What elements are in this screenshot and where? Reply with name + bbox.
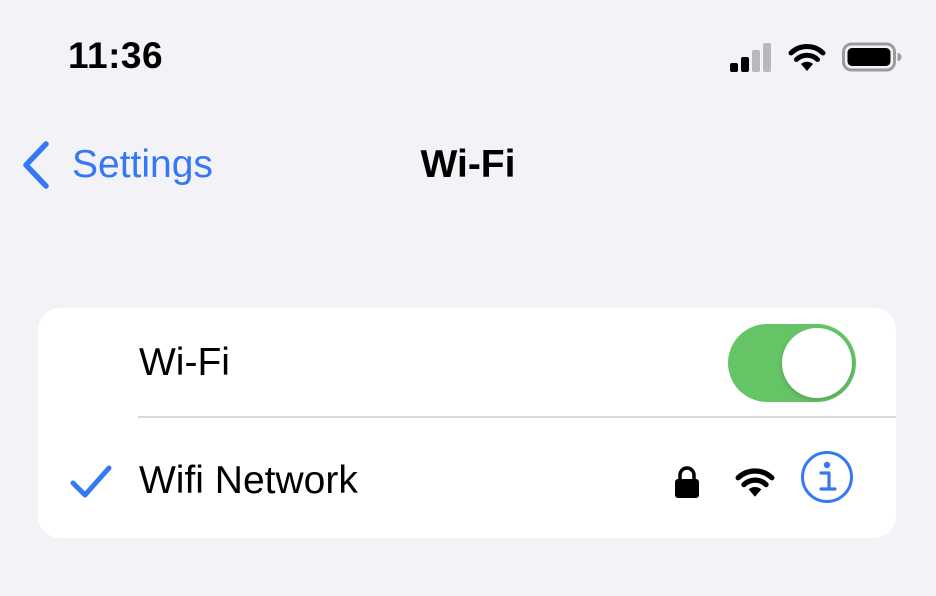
status-icons xyxy=(730,40,902,74)
status-time: 11:36 xyxy=(68,35,164,76)
checkmark-icon xyxy=(70,465,112,499)
row-separator xyxy=(138,416,896,418)
network-row[interactable]: Wifi Network xyxy=(38,421,896,531)
lock-icon xyxy=(674,465,700,499)
wifi-toggle-label: Wi-Fi xyxy=(139,341,230,384)
battery-icon xyxy=(842,42,902,72)
wifi-icon xyxy=(788,42,826,72)
wifi-toggle-row: Wi-Fi xyxy=(38,308,896,418)
cellular-signal-icon xyxy=(730,42,772,72)
wifi-toggle[interactable] xyxy=(728,324,856,402)
wifi-settings-screen: 11:36 Settings Wi-Fi Wi-Fi Wifi Network xyxy=(0,0,936,596)
wifi-settings-group: Wi-Fi Wifi Network xyxy=(38,308,896,538)
page-title: Wi-Fi xyxy=(420,143,516,186)
info-icon[interactable] xyxy=(800,450,854,504)
toggle-knob xyxy=(782,328,852,398)
wifi-signal-icon xyxy=(735,466,775,498)
network-name: Wifi Network xyxy=(139,459,358,502)
